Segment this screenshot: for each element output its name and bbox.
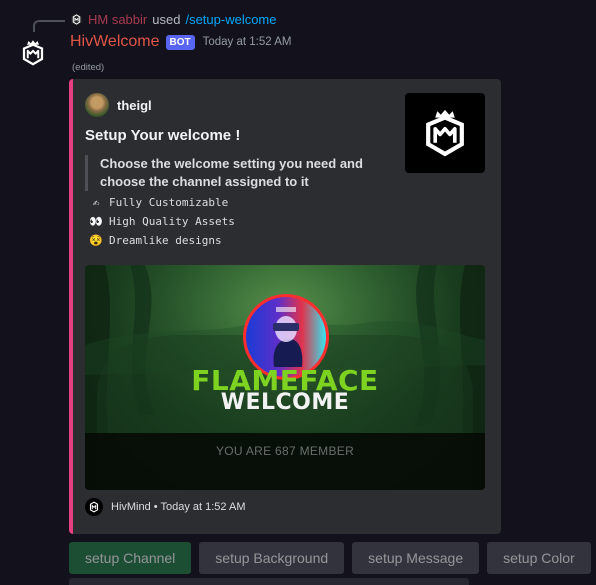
embed-title: Setup Your welcome ! — [85, 127, 241, 144]
reply-connector — [33, 20, 65, 32]
writing-hand-icon: ✍ — [92, 196, 100, 209]
feature-text: Dreamlike designs — [109, 234, 222, 247]
hivmind-footer-icon — [85, 498, 103, 516]
setup-message-button[interactable]: setup Message — [352, 542, 480, 574]
bot-avatar[interactable] — [16, 36, 50, 70]
embed-description: Choose the welcome setting you need and … — [85, 155, 385, 191]
eyes-icon: 👀 — [89, 215, 103, 228]
setup-color-button[interactable]: setup Color — [487, 542, 591, 574]
reply-used-label: used — [152, 11, 181, 27]
setup-channel-button[interactable]: setup Channel — [69, 542, 192, 574]
feature-item: 👀 High Quality Assets — [89, 212, 235, 231]
action-row: setup Channel setup Background setup Mes… — [69, 542, 591, 574]
reply-command[interactable]: /setup-welcome — [185, 12, 276, 27]
hivmind-logo-icon — [22, 40, 44, 66]
feature-list: ✍ Fully Customizable 👀 High Quality Asse… — [89, 193, 235, 250]
author-name: theigl — [117, 97, 152, 113]
feature-item: ✍ Fully Customizable — [89, 193, 235, 212]
message-header: HivWelcome BOT Today at 1:52 AM — [70, 33, 291, 51]
bot-badge: BOT — [165, 34, 195, 50]
hivmind-mini-icon — [70, 13, 83, 25]
reply-header[interactable]: HM sabbir used /setup-welcome — [70, 11, 277, 27]
feature-text: Fully Customizable — [109, 196, 229, 209]
reply-username[interactable]: HM sabbir — [88, 12, 147, 27]
welcome-preview-image[interactable]: FLAMEFACE WELCOME YOU ARE 687 MEMBER — [85, 265, 485, 490]
welcome-heading: WELCOME — [220, 390, 350, 415]
footer-text: HivMind • Today at 1:52 AM — [111, 501, 246, 513]
message-timestamp[interactable]: Today at 1:52 AM — [203, 36, 292, 48]
dizzy-face-icon: 😵 — [89, 234, 103, 247]
welcome-embed: theigl Setup Your welcome ! Choose the w… — [69, 79, 501, 534]
hivmind-logo-icon — [426, 109, 464, 157]
setup-background-button[interactable]: setup Background — [199, 542, 345, 574]
edited-label: (edited) — [72, 62, 105, 73]
member-count-text: YOU ARE 687 MEMBER — [215, 444, 355, 458]
feature-text: High Quality Assets — [109, 215, 235, 228]
embed-footer: HivMind • Today at 1:52 AM — [85, 498, 246, 516]
embed-thumbnail[interactable] — [405, 93, 485, 173]
feature-item: 😵 Dreamlike designs — [89, 231, 235, 250]
bot-name[interactable]: HivWelcome — [70, 33, 160, 51]
author-avatar[interactable] — [85, 93, 109, 117]
embed-author: theigl — [85, 93, 152, 117]
second-action-row[interactable] — [69, 578, 469, 585]
